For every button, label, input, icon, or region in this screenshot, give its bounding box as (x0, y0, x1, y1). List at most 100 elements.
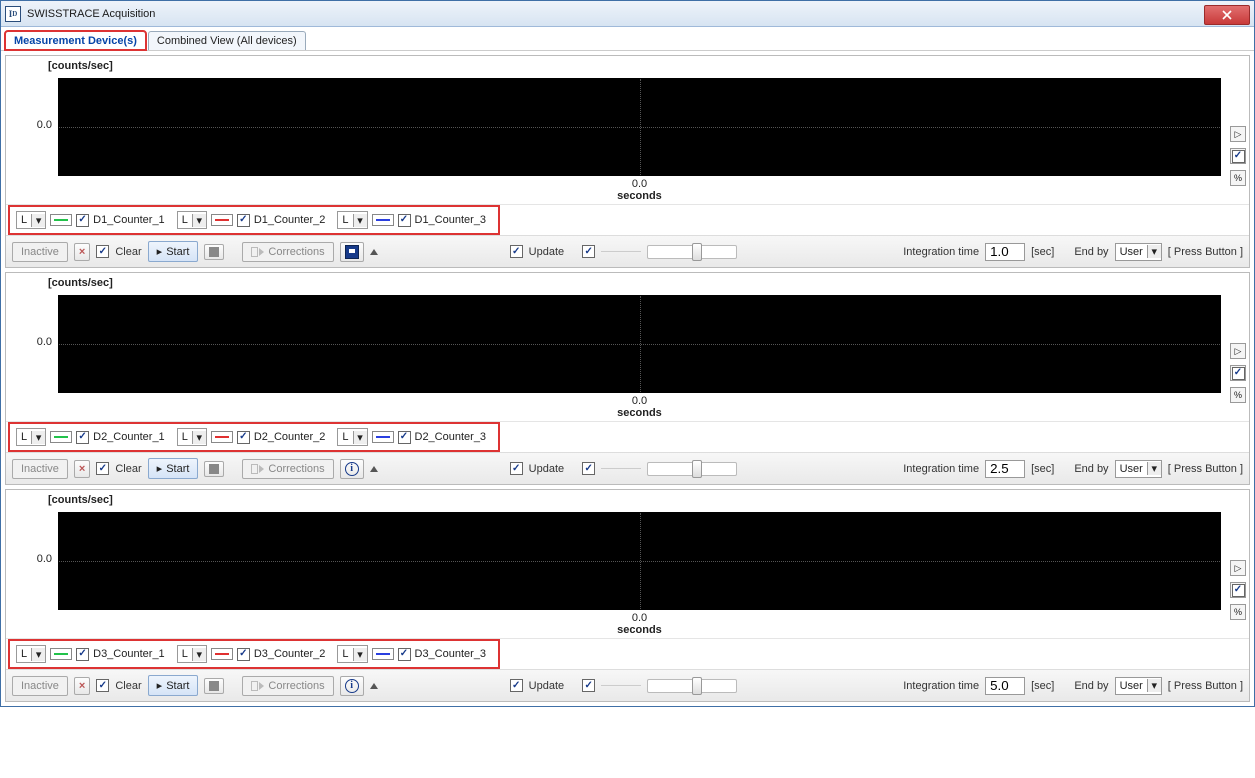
y-axis-label: [counts/sec] (6, 56, 113, 74)
x-axis-tick: 0.0 (58, 612, 1221, 624)
series-visible-toggle-2[interactable] (237, 648, 250, 661)
tab-measurement-devices[interactable]: Measurement Device(s) (5, 31, 146, 50)
series-visible-toggle-2[interactable] (237, 214, 250, 227)
update-label: Update (529, 246, 564, 258)
chart-scroll-right-button[interactable]: ▷ (1230, 126, 1246, 142)
series-color-swatch-3[interactable] (372, 431, 394, 443)
clear-checkbox[interactable] (96, 245, 109, 258)
linetype-selector[interactable]: L▾ (177, 428, 207, 446)
slider-enable-checkbox[interactable] (582, 462, 595, 475)
series-visible-toggle-1[interactable] (76, 214, 89, 227)
linetype-selector[interactable]: L▾ (16, 645, 46, 663)
series-visible-toggle-3[interactable] (398, 431, 411, 444)
integration-time-input[interactable] (985, 677, 1025, 695)
status-inactive-button[interactable]: Inactive (12, 676, 68, 696)
linetype-selector[interactable]: L▾ (16, 211, 46, 229)
close-device-button[interactable]: × (74, 243, 90, 261)
status-inactive-button[interactable]: Inactive (12, 242, 68, 262)
x-axis-tick: 0.0 (58, 178, 1221, 190)
close-device-button[interactable]: × (74, 460, 90, 478)
titlebar: ID SWISSTRACE Acquisition (1, 1, 1254, 27)
tab-combined-view[interactable]: Combined View (All devices) (148, 31, 306, 50)
integration-time-label: Integration time (903, 680, 979, 692)
series-color-swatch-3[interactable] (372, 648, 394, 660)
start-button[interactable]: ▸ Start (148, 241, 199, 262)
end-by-selector[interactable]: User▾ (1115, 677, 1162, 695)
expand-up-icon[interactable] (370, 466, 378, 472)
linetype-selector[interactable]: L▾ (337, 645, 367, 663)
series-color-swatch-1[interactable] (50, 648, 72, 660)
expand-up-icon[interactable] (370, 683, 378, 689)
slider-thumb[interactable] (692, 460, 702, 478)
series-visible-toggle-3[interactable] (398, 648, 411, 661)
series-color-swatch-3[interactable] (372, 214, 394, 226)
chart-scroll-right-button[interactable]: ▷ (1230, 560, 1246, 576)
series-visible-toggle-1[interactable] (76, 648, 89, 661)
corrections-button[interactable]: Corrections (242, 242, 333, 262)
chart-side-toolbar: ▷ % (1229, 126, 1247, 186)
corrections-button[interactable]: Corrections (242, 459, 333, 479)
chart-autoscale-toggle[interactable] (1230, 365, 1246, 381)
stop-button[interactable] (204, 678, 224, 694)
expand-up-icon[interactable] (370, 249, 378, 255)
update-checkbox[interactable] (510, 245, 523, 258)
slider-thumb[interactable] (692, 677, 702, 695)
save-icon (345, 245, 359, 259)
series-visible-toggle-1[interactable] (76, 431, 89, 444)
linetype-selector[interactable]: L▾ (177, 645, 207, 663)
chart-percent-button[interactable]: % (1230, 604, 1246, 620)
series-color-swatch-2[interactable] (211, 214, 233, 226)
chart-autoscale-toggle[interactable] (1230, 148, 1246, 164)
tab-content: ▷ % [counts/sec] 0.0 0.0 seconds L▾ (1, 50, 1254, 702)
update-checkbox[interactable] (510, 462, 523, 475)
app-icon: ID (5, 6, 21, 22)
update-rate-slider[interactable] (647, 679, 737, 693)
integration-time-input[interactable] (985, 243, 1025, 261)
series-label-3: D3_Counter_3 (415, 648, 493, 660)
update-checkbox[interactable] (510, 679, 523, 692)
slider-thumb[interactable] (692, 243, 702, 261)
chart-percent-button[interactable]: % (1230, 387, 1246, 403)
chart-plot-area[interactable] (58, 512, 1221, 610)
slider-enable-checkbox[interactable] (582, 245, 595, 258)
close-device-button[interactable]: × (74, 677, 90, 695)
window-close-button[interactable] (1204, 5, 1250, 25)
chart-plot-area[interactable] (58, 295, 1221, 393)
linetype-selector[interactable]: L▾ (16, 428, 46, 446)
corrections-button[interactable]: Corrections (242, 676, 333, 696)
clear-checkbox[interactable] (96, 462, 109, 475)
series-color-swatch-2[interactable] (211, 431, 233, 443)
end-by-selector[interactable]: User▾ (1115, 243, 1162, 261)
series-visible-toggle-3[interactable] (398, 214, 411, 227)
x-axis-label: seconds (617, 190, 662, 202)
start-button[interactable]: ▸ Start (148, 458, 199, 479)
update-rate-slider[interactable] (647, 245, 737, 259)
stop-button[interactable] (204, 244, 224, 260)
stop-button[interactable] (204, 461, 224, 477)
percent-icon: % (1234, 390, 1242, 400)
device-action-button[interactable]: i (340, 459, 364, 479)
series-color-swatch-1[interactable] (50, 214, 72, 226)
start-button[interactable]: ▸ Start (148, 675, 199, 696)
series-color-swatch-1[interactable] (50, 431, 72, 443)
integration-time-input[interactable] (985, 460, 1025, 478)
legend-group-1: L▾ D2_Counter_1 (16, 428, 171, 446)
series-color-swatch-2[interactable] (211, 648, 233, 660)
integration-time-label: Integration time (903, 463, 979, 475)
chart-autoscale-toggle[interactable] (1230, 582, 1246, 598)
device-action-button[interactable]: i (340, 676, 364, 696)
chart-percent-button[interactable]: % (1230, 170, 1246, 186)
status-inactive-button[interactable]: Inactive (12, 459, 68, 479)
update-rate-slider[interactable] (647, 462, 737, 476)
linetype-selector[interactable]: L▾ (337, 428, 367, 446)
device-action-button[interactable] (340, 242, 364, 262)
end-by-selector[interactable]: User▾ (1115, 460, 1162, 478)
chart-scroll-right-button[interactable]: ▷ (1230, 343, 1246, 359)
series-visible-toggle-2[interactable] (237, 431, 250, 444)
clear-checkbox[interactable] (96, 679, 109, 692)
linetype-selector[interactable]: L▾ (337, 211, 367, 229)
sec-unit-label: [sec] (1031, 246, 1054, 258)
slider-enable-checkbox[interactable] (582, 679, 595, 692)
linetype-selector[interactable]: L▾ (177, 211, 207, 229)
chart-plot-area[interactable] (58, 78, 1221, 176)
